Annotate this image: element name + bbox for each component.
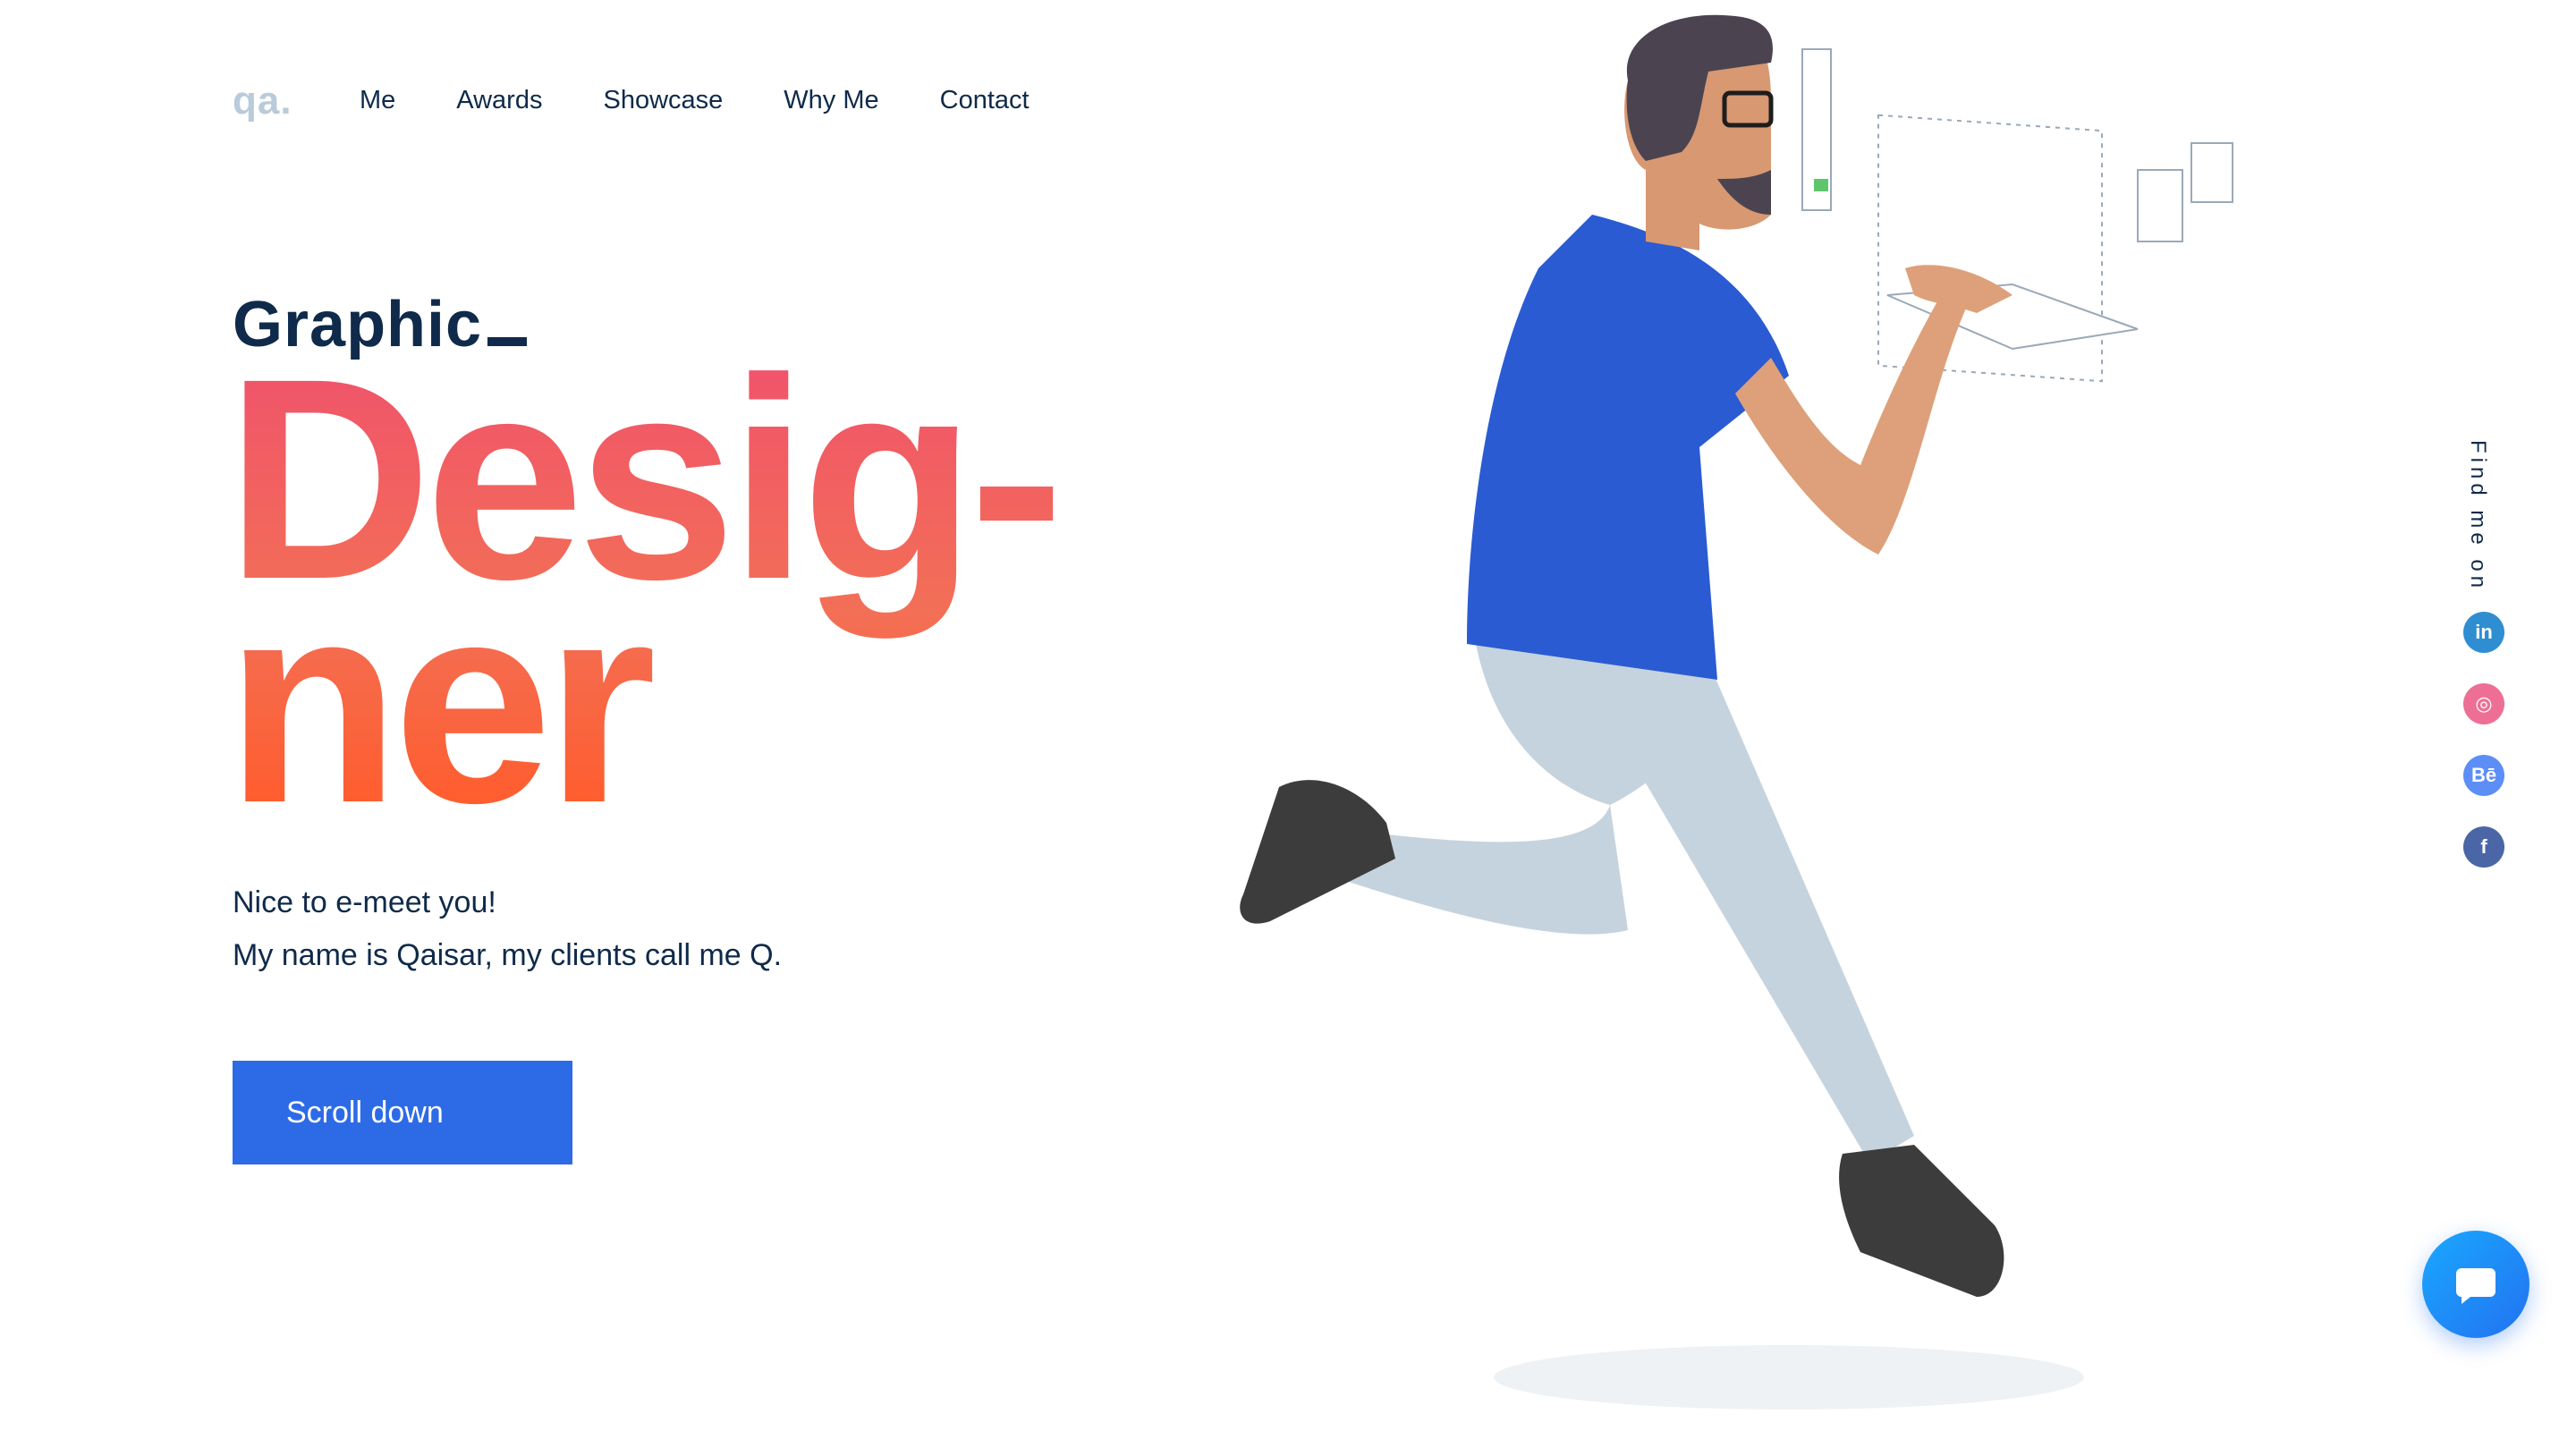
find-me-on-label: Find me on (2466, 440, 2490, 593)
linkedin-icon[interactable]: in (2463, 612, 2504, 653)
nav-me[interactable]: Me (360, 86, 395, 115)
hero-title: Desig- ner (225, 367, 1057, 814)
hero-illustration (1240, 14, 2233, 1410)
nav-awards[interactable]: Awards (456, 86, 542, 115)
nav-why-me[interactable]: Why Me (784, 86, 878, 115)
scroll-down-button[interactable]: Scroll down (233, 1061, 572, 1164)
main-nav: Me Awards Showcase Why Me Contact (360, 86, 1090, 115)
facebook-icon[interactable]: f (2463, 826, 2504, 868)
dribbble-icon[interactable]: ◎ (2463, 683, 2504, 724)
nav-contact[interactable]: Contact (940, 86, 1030, 115)
chat-bubble-icon (2456, 1268, 2496, 1304)
logo[interactable]: qa. (233, 79, 292, 123)
nav-showcase[interactable]: Showcase (603, 86, 723, 115)
intro-greeting: Nice to e-meet you! (233, 885, 496, 919)
behance-icon[interactable]: Bē (2463, 755, 2504, 796)
chat-button[interactable] (2422, 1231, 2529, 1338)
intro-name: My name is Qaisar, my clients call me Q. (233, 938, 783, 972)
hero-intro: Nice to e-meet you! My name is Qaisar, m… (233, 885, 782, 991)
